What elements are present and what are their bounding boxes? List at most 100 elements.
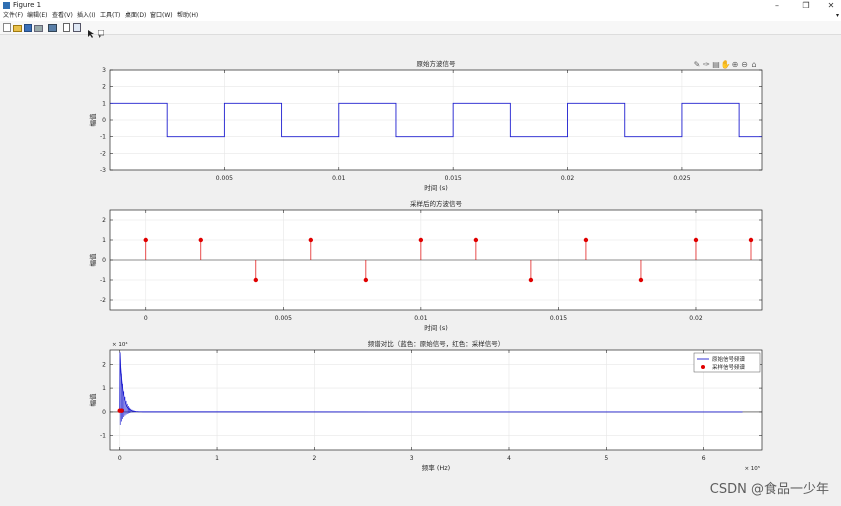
axes-spectrum-comparison[interactable]: 0 1 2 3 4 5 6 -1 0 1 2 频谱对比（蓝色：原始信号，红色：采样信号） 频率 (Hz)… [88,339,763,472]
matlab-figure-icon [3,2,10,9]
x-tick-label: 0.01 [414,315,428,322]
new-figure-icon[interactable] [3,23,11,32]
x-tick-label: 0.025 [673,175,690,182]
figure-canvas: ✎ ✑ ▤ ✋ ⊕ ⊖ ⌂ 0.005 0.01 0.015 0.02 0.025 -3 -2 -1 0 1 2… [0,34,841,502]
y-axis-label: 幅值 [88,253,97,267]
menu-window[interactable]: 窗口(W) [150,11,173,21]
y-tick-label: 1 [102,100,106,107]
export-icon: ▤ [712,60,720,69]
zoom-in-icon: ⊕ [732,60,739,69]
stem-marker [748,237,754,243]
x-axis-label: 时间 (s) [424,183,448,192]
stem-marker [473,237,479,243]
x-tick-label: 1 [215,455,219,462]
x-tick-label: 0.005 [216,175,233,182]
stem-marker [253,277,259,283]
menu-overflow-icon[interactable]: ▾ [836,11,839,21]
axes-title: 采样后的方波信号 [410,199,463,208]
stem-marker [693,237,699,243]
x-tick-label: 4 [507,455,511,462]
menu-file[interactable]: 文件(F) [3,11,23,21]
edit-plot-icon[interactable] [88,23,94,38]
zoom-out-icon: ⊖ [741,60,748,69]
menu-insert[interactable]: 插入(I) [77,11,95,21]
stem-marker [143,237,148,243]
y-tick-label: 1 [102,385,106,392]
menu-desktop[interactable]: 桌面(D) [125,11,146,21]
x-tick-label: 2 [312,455,316,462]
data-cursor-icon[interactable] [97,23,105,38]
stem-marker [583,237,589,243]
x-tick-label: 0 [144,315,148,322]
sampled-spectrum-marker [119,408,124,413]
x-axis-label: 时间 (s) [424,323,448,332]
y-exponent-label: × 10⁴ [112,341,128,348]
x-tick-label: 0.015 [550,315,567,322]
y-axis-label: 幅值 [88,113,97,127]
pan-icon: ✋ [721,59,731,69]
close-button[interactable]: ✕ [824,0,838,11]
menu-tools[interactable]: 工具(T) [100,11,120,21]
hide-plot-tools-icon[interactable] [63,23,70,32]
stem-marker [418,237,424,243]
save-icon[interactable] [24,24,32,32]
x-tick-label: 5 [604,455,608,462]
y-axis-label: 幅值 [88,393,97,407]
window-title: Figure 1 [13,1,42,9]
y-tick-label: -1 [100,277,106,284]
y-tick-label: 2 [102,84,106,91]
stem-marker [198,237,203,243]
axes-sampled-square-wave[interactable]: 0 0.005 0.01 0.015 0.02 -2 -1 0 1 2 采样后的方波信号时间 (s)… [88,199,763,332]
y-tick-label: -1 [100,134,106,141]
y-tick-label: -2 [100,297,106,304]
minimize-button[interactable]: – [770,0,784,11]
y-tick-label: 0 [102,257,106,264]
legend-entry-sampled: 采样信号频谱 [712,363,746,371]
data-tip-icon: ✑ [703,60,710,69]
axes-background [110,350,762,450]
x-tick-label: 0.02 [689,315,703,322]
axes-original-square-wave[interactable]: 0.005 0.01 0.015 0.02 0.025 -3 -2 -1 0 1 2 3 原始方波信号时… [88,59,763,192]
menu-help[interactable]: 帮助(H) [177,11,198,21]
x-tick-label: 0 [118,455,122,462]
menu-edit[interactable]: 编辑(E) [27,11,47,21]
x-tick-label: 0.015 [445,175,462,182]
stem-marker [528,277,534,283]
y-tick-label: 2 [102,361,106,368]
title-bar: Figure 1 – ❐ ✕ [0,0,841,11]
stem-marker [363,277,369,283]
y-tick-label: 3 [102,67,106,74]
y-tick-label: 1 [102,237,106,244]
stem-marker [308,237,314,243]
y-tick-label: 0 [102,409,106,416]
axes-title: 原始方波信号 [417,59,457,68]
y-tick-label: -3 [100,167,106,174]
home-icon: ⌂ [751,60,756,69]
legend-entry-original: 原始信号频谱 [712,355,746,363]
axes-toolbar: ✎ ✑ ▤ ✋ ⊕ ⊖ ⌂ [694,59,757,69]
y-tick-label: -2 [100,150,106,157]
x-tick-label: 3 [410,455,414,462]
show-plot-tools-icon[interactable] [73,23,81,32]
stem-marker [638,277,644,283]
y-tick-label: -1 [100,433,106,440]
print-icon[interactable] [34,25,43,32]
x-tick-label: 6 [702,455,706,462]
legend-red-swatch [701,365,705,369]
csdn-watermark: CSDN @食品一少年 [709,482,829,497]
x-tick-label: 0.01 [332,175,346,182]
x-tick-label: 0.005 [275,315,292,322]
x-axis-label: 频率 (Hz) [422,463,450,472]
y-tick-label: 0 [102,117,106,124]
link-icon[interactable] [48,24,57,32]
y-tick-label: 2 [102,217,106,224]
brush-icon: ✎ [694,60,701,69]
x-tick-label: 0.02 [561,175,575,182]
menu-view[interactable]: 查看(V) [52,11,73,21]
x-exponent-label: × 10⁵ [744,465,760,472]
figure-toolbar [0,21,841,38]
open-icon[interactable] [13,25,22,32]
axes-title: 频谱对比（蓝色：原始信号，红色：采样信号） [368,339,505,348]
maximize-button[interactable]: ❐ [799,0,813,11]
figure-svg: ✎ ✑ ▤ ✋ ⊕ ⊖ ⌂ 0.005 0.01 0.015 0.02 0.025-3-2-1012… [88,59,763,472]
